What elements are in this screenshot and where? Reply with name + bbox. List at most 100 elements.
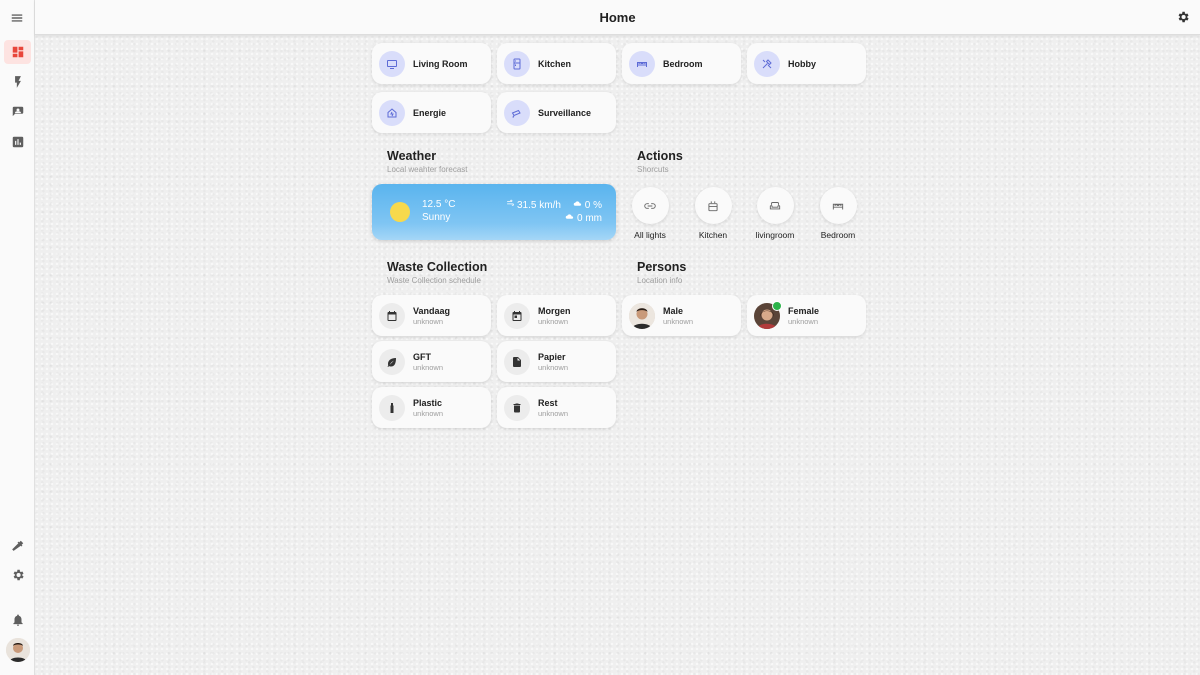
persons-section-title: Persons [637,260,687,274]
sidebar-item-logbook[interactable] [4,100,31,124]
file-icon [504,348,530,375]
bed-icon [819,187,857,224]
page-title: Home [599,10,636,25]
home-badge [772,300,782,311]
waste-state: unknown [413,316,444,326]
sidebar-item-developer-tools[interactable] [4,533,31,557]
action-label: livingroom [755,230,795,240]
menu-icon[interactable] [8,10,26,26]
dashboard-icon [12,46,23,58]
top-app-bar: Home [35,0,1200,35]
cloud-icon [565,212,574,224]
cloud-icon [573,199,582,211]
actions-section-subtitle: Shorcuts [637,165,669,174]
area-label: Energie [413,107,447,118]
weather-temperature: 12.5 °C [422,199,456,210]
sofa-icon [756,187,794,224]
action-all-lights[interactable]: All lights [620,187,680,240]
area-card-surveillance[interactable]: Surveillance [497,92,616,133]
person-name: Male [663,305,684,316]
area-card-kitchen[interactable]: Kitchen [497,43,616,84]
chart-bar-icon [12,136,23,148]
sidebar-item-dashboard[interactable] [4,40,31,64]
area-card-hobby[interactable]: Hobby [747,43,866,84]
avatar [629,302,655,329]
action-livingroom[interactable]: livingroom [745,187,805,240]
action-bedroom[interactable]: Bedroom [808,187,868,240]
person-state: unknown [788,316,819,326]
person-card-female[interactable]: Female unknown [747,295,866,336]
action-label: All lights [634,230,666,240]
waste-state: unknown [413,362,444,372]
calendar-icon [379,302,405,329]
edit-dashboard-gear-icon[interactable] [1176,10,1190,24]
wind-icon [506,199,515,211]
area-card-bedroom[interactable]: Bedroom [622,43,741,84]
sidebar-item-settings[interactable] [4,563,31,587]
waste-label: Plastic [413,397,443,408]
area-label: Surveillance [538,107,592,118]
tools-icon [754,50,780,77]
flash-icon [14,76,21,88]
bell-icon [12,614,23,626]
waste-state: unknown [538,362,569,372]
person-name: Female [788,305,820,316]
weather-card[interactable]: 12.5 °C Sunny 31.5 km/h 0 % 0 mm [372,184,616,240]
waste-card-vandaag[interactable]: Vandaag unknown [372,295,491,336]
leaf-icon [379,348,405,375]
waste-section-subtitle: Waste Collection schedule [387,276,481,285]
action-kitchen[interactable]: Kitchen [683,187,743,240]
weather-condition: Sunny [422,212,451,223]
link-icon [631,187,669,224]
bottle-icon [379,394,405,421]
home-lightning-icon [379,99,405,126]
waste-state: unknown [413,408,444,418]
sidebar-item-history[interactable] [4,130,31,154]
cctv-icon [504,99,530,126]
waste-card-plastic[interactable]: Plastic unknown [372,387,491,428]
person-card-male[interactable]: Male unknown [622,295,741,336]
waste-label: Morgen [538,305,571,316]
area-label: Kitchen [538,58,572,69]
area-label: Living Room [413,58,468,69]
sidebar-item-notifications[interactable] [4,608,31,632]
action-label: Bedroom [820,230,856,240]
persons-section-subtitle: Location info [637,276,683,285]
action-label: Kitchen [698,230,728,240]
area-card-living-room[interactable]: Living Room [372,43,491,84]
sidebar [0,0,35,675]
trash-icon [504,394,530,421]
precip-amount-value: 0 mm [577,212,602,224]
waste-card-morgen[interactable]: Morgen unknown [497,295,616,336]
person-state: unknown [663,316,694,326]
calendar-today-icon [504,302,530,329]
hammer-icon [11,540,23,551]
waste-label: GFT [413,351,431,362]
weather-section-title: Weather [387,149,437,163]
sidebar-item-energy[interactable] [4,70,31,94]
sunny-icon [390,202,410,222]
weather-precip-amount: 0 mm [565,212,602,224]
waste-card-gft[interactable]: GFT unknown [372,341,491,382]
user-avatar[interactable] [6,638,30,662]
waste-card-rest[interactable]: Rest unknown [497,387,616,428]
stove-icon [694,187,732,224]
waste-section-title: Waste Collection [387,260,488,274]
weather-section-subtitle: Local weahter forecast [387,165,468,174]
account-box-icon [12,106,23,117]
waste-label: Papier [538,351,566,362]
area-label: Bedroom [663,58,703,69]
tv-icon [379,50,405,77]
weather-wind: 31.5 km/h [506,199,561,211]
area-card-energie[interactable]: Energie [372,92,491,133]
precip-chance-value: 0 % [584,199,602,211]
avatar [754,300,782,329]
waste-label: Rest [538,397,558,408]
weather-precip-chance: 0 % [573,199,602,211]
wind-speed: 31.5 km/h [517,199,561,211]
area-label: Hobby [788,58,816,69]
waste-card-papier[interactable]: Papier unknown [497,341,616,382]
waste-label: Vandaag [413,305,451,316]
waste-state: unknown [538,316,569,326]
cog-icon [13,569,24,581]
